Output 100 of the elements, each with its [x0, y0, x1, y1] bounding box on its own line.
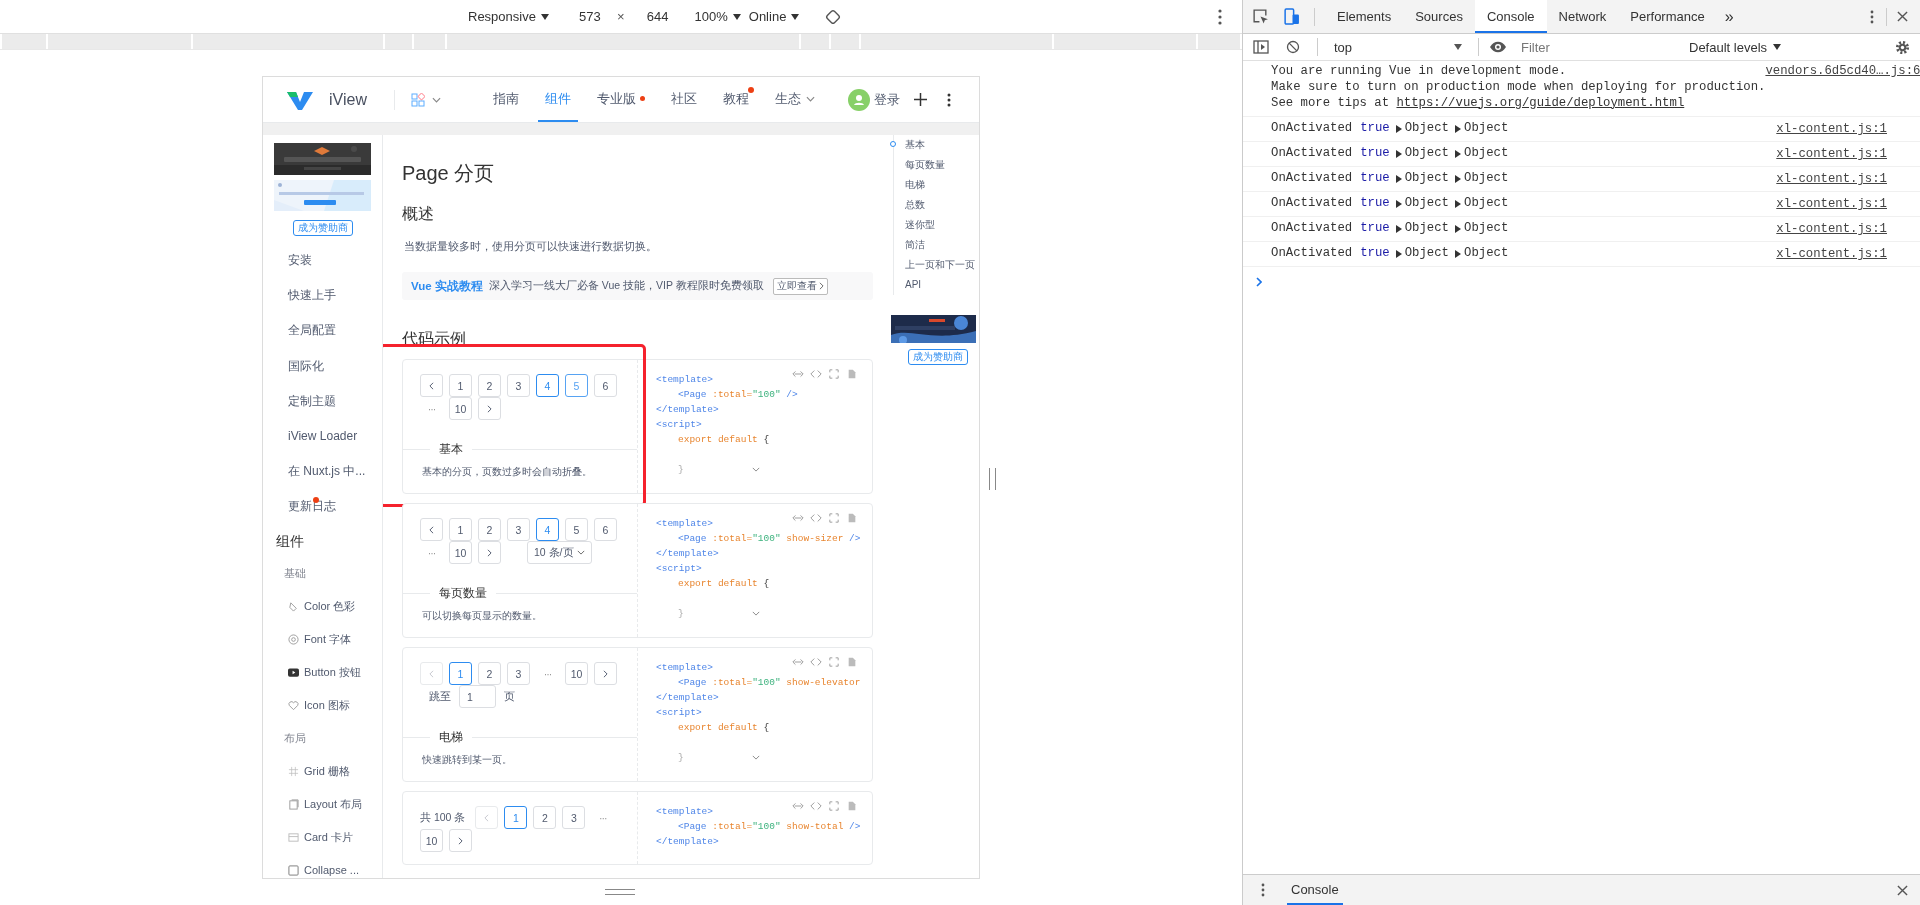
more-icon[interactable]: [1870, 9, 1874, 24]
sidebar-item[interactable]: Grid 栅格: [263, 754, 382, 788]
sidebar-item[interactable]: Font 字体: [263, 622, 382, 656]
nav-link[interactable]: 社区: [663, 77, 704, 122]
page-button[interactable]: 6: [594, 518, 617, 541]
object-preview[interactable]: Object: [1455, 121, 1509, 137]
device-dropdown[interactable]: Responsive: [464, 7, 553, 26]
page-button[interactable]: 2: [478, 374, 501, 397]
anchor-link[interactable]: 电梯: [894, 175, 979, 195]
fullscreen-icon[interactable]: [828, 369, 840, 379]
sidebar-toggle-icon[interactable]: [1253, 40, 1269, 54]
context-select[interactable]: top: [1328, 39, 1468, 55]
sidebar-item[interactable]: Icon 图标: [263, 688, 382, 722]
avatar-icon[interactable]: [848, 88, 870, 111]
rotate-icon[interactable]: [825, 8, 842, 25]
page-button[interactable]: 1: [449, 374, 472, 397]
anchor-link[interactable]: 基本: [894, 135, 979, 155]
chevron-down-icon[interactable]: [751, 755, 760, 760]
inspect-icon[interactable]: [1252, 8, 1269, 25]
close-icon[interactable]: [1897, 884, 1908, 896]
more-icon[interactable]: [1261, 883, 1265, 897]
fullscreen-icon[interactable]: [828, 657, 840, 667]
page-button[interactable]: 1: [449, 662, 472, 685]
page-button[interactable]: 2: [533, 806, 557, 829]
fullscreen-icon[interactable]: [828, 513, 840, 523]
arrows-icon[interactable]: [792, 801, 804, 811]
page-button[interactable]: 2: [478, 662, 501, 685]
page-button[interactable]: 1: [449, 518, 472, 541]
arrows-icon[interactable]: [792, 657, 804, 667]
object-preview[interactable]: Object: [1395, 196, 1449, 212]
devtools-tab[interactable]: Network: [1546, 0, 1619, 33]
page-button[interactable]: 3: [507, 374, 530, 397]
anchor-link[interactable]: 上一页和下一页: [894, 255, 979, 275]
next-page-button[interactable]: [478, 397, 501, 420]
eye-icon[interactable]: [1489, 41, 1507, 53]
previous-page-button[interactable]: [420, 518, 443, 541]
chevron-down-icon[interactable]: [751, 611, 760, 616]
page-button[interactable]: 1: [504, 806, 528, 829]
close-icon[interactable]: [1897, 11, 1908, 22]
more-tabs-button[interactable]: »: [1716, 7, 1742, 26]
resize-handle[interactable]: [989, 468, 996, 490]
zoom-dropdown[interactable]: 100%: [690, 7, 745, 26]
object-preview[interactable]: Object: [1455, 246, 1509, 262]
login-link[interactable]: 登录: [874, 90, 900, 109]
more-icon[interactable]: [947, 92, 951, 107]
object-preview[interactable]: Object: [1455, 221, 1509, 237]
device-icon[interactable]: [1283, 8, 1300, 25]
sidebar-item[interactable]: Card 卡片: [263, 820, 382, 854]
code-icon[interactable]: [810, 369, 822, 379]
sponsor-button[interactable]: 成为赞助商: [292, 220, 353, 236]
object-preview[interactable]: Object: [1395, 121, 1449, 137]
sidebar-item[interactable]: 全局配置: [263, 313, 382, 349]
next-page-button[interactable]: [449, 829, 472, 852]
plus-icon[interactable]: [914, 93, 927, 106]
nav-link[interactable]: 指南: [485, 77, 526, 122]
anchor-link[interactable]: API: [894, 275, 979, 295]
network-dropdown[interactable]: Online: [744, 7, 804, 26]
source-link[interactable]: xl-content.js:1: [1776, 147, 1887, 161]
object-preview[interactable]: Object: [1455, 146, 1509, 162]
drawer-tab[interactable]: Console: [1287, 875, 1343, 905]
page-button[interactable]: 6: [594, 374, 617, 397]
sidebar-item[interactable]: Button 按钮: [263, 655, 382, 689]
document-icon[interactable]: [846, 513, 858, 523]
page-button[interactable]: 3: [507, 662, 530, 685]
more-icon[interactable]: [1218, 8, 1222, 25]
chevron-down-icon[interactable]: [751, 467, 760, 472]
code-icon[interactable]: [810, 657, 822, 667]
console-link[interactable]: https://vuejs.org/guide/deployment.html: [1396, 95, 1685, 110]
brand-name[interactable]: iView: [329, 90, 367, 109]
sidebar-item[interactable]: Collapse ...: [263, 853, 382, 878]
document-icon[interactable]: [846, 657, 858, 667]
settings-icon[interactable]: [1895, 39, 1910, 55]
object-preview[interactable]: Object: [1395, 221, 1449, 237]
nav-link[interactable]: 专业版: [589, 77, 652, 122]
sidebar-item[interactable]: 快速上手: [263, 278, 382, 314]
page-button[interactable]: 10: [449, 541, 472, 564]
logo-icon[interactable]: [287, 89, 313, 110]
nav-link[interactable]: 教程: [715, 77, 756, 122]
devtools-tab[interactable]: Performance: [1618, 0, 1717, 33]
anchor-link[interactable]: 迷你型: [894, 215, 979, 235]
view-now-button[interactable]: 立即查看: [772, 277, 828, 295]
chevron-down-icon[interactable]: [431, 96, 441, 103]
previous-page-button[interactable]: [420, 374, 443, 397]
page-button[interactable]: 3: [562, 806, 586, 829]
apps-icon[interactable]: [410, 92, 425, 107]
source-link[interactable]: vendors.6d5cd40….js:6: [1765, 64, 1920, 78]
page-size-select[interactable]: 10 条/页: [527, 541, 592, 564]
anchor-link[interactable]: 简洁: [894, 235, 979, 255]
object-preview[interactable]: Object: [1455, 196, 1509, 212]
source-link[interactable]: xl-content.js:1: [1776, 247, 1887, 261]
page-button[interactable]: 2: [478, 518, 501, 541]
sidebar-item[interactable]: 更新日志: [263, 489, 382, 525]
source-link[interactable]: xl-content.js:1: [1776, 172, 1887, 186]
sidebar-item[interactable]: 安装: [263, 243, 382, 279]
page-button[interactable]: 3: [507, 518, 530, 541]
arrows-icon[interactable]: [792, 513, 804, 523]
sidebar-item[interactable]: Color 色彩: [263, 589, 382, 623]
devtools-tab[interactable]: Sources: [1403, 0, 1475, 33]
source-link[interactable]: xl-content.js:1: [1776, 197, 1887, 211]
sidebar-item[interactable]: Layout 布局: [263, 787, 382, 821]
